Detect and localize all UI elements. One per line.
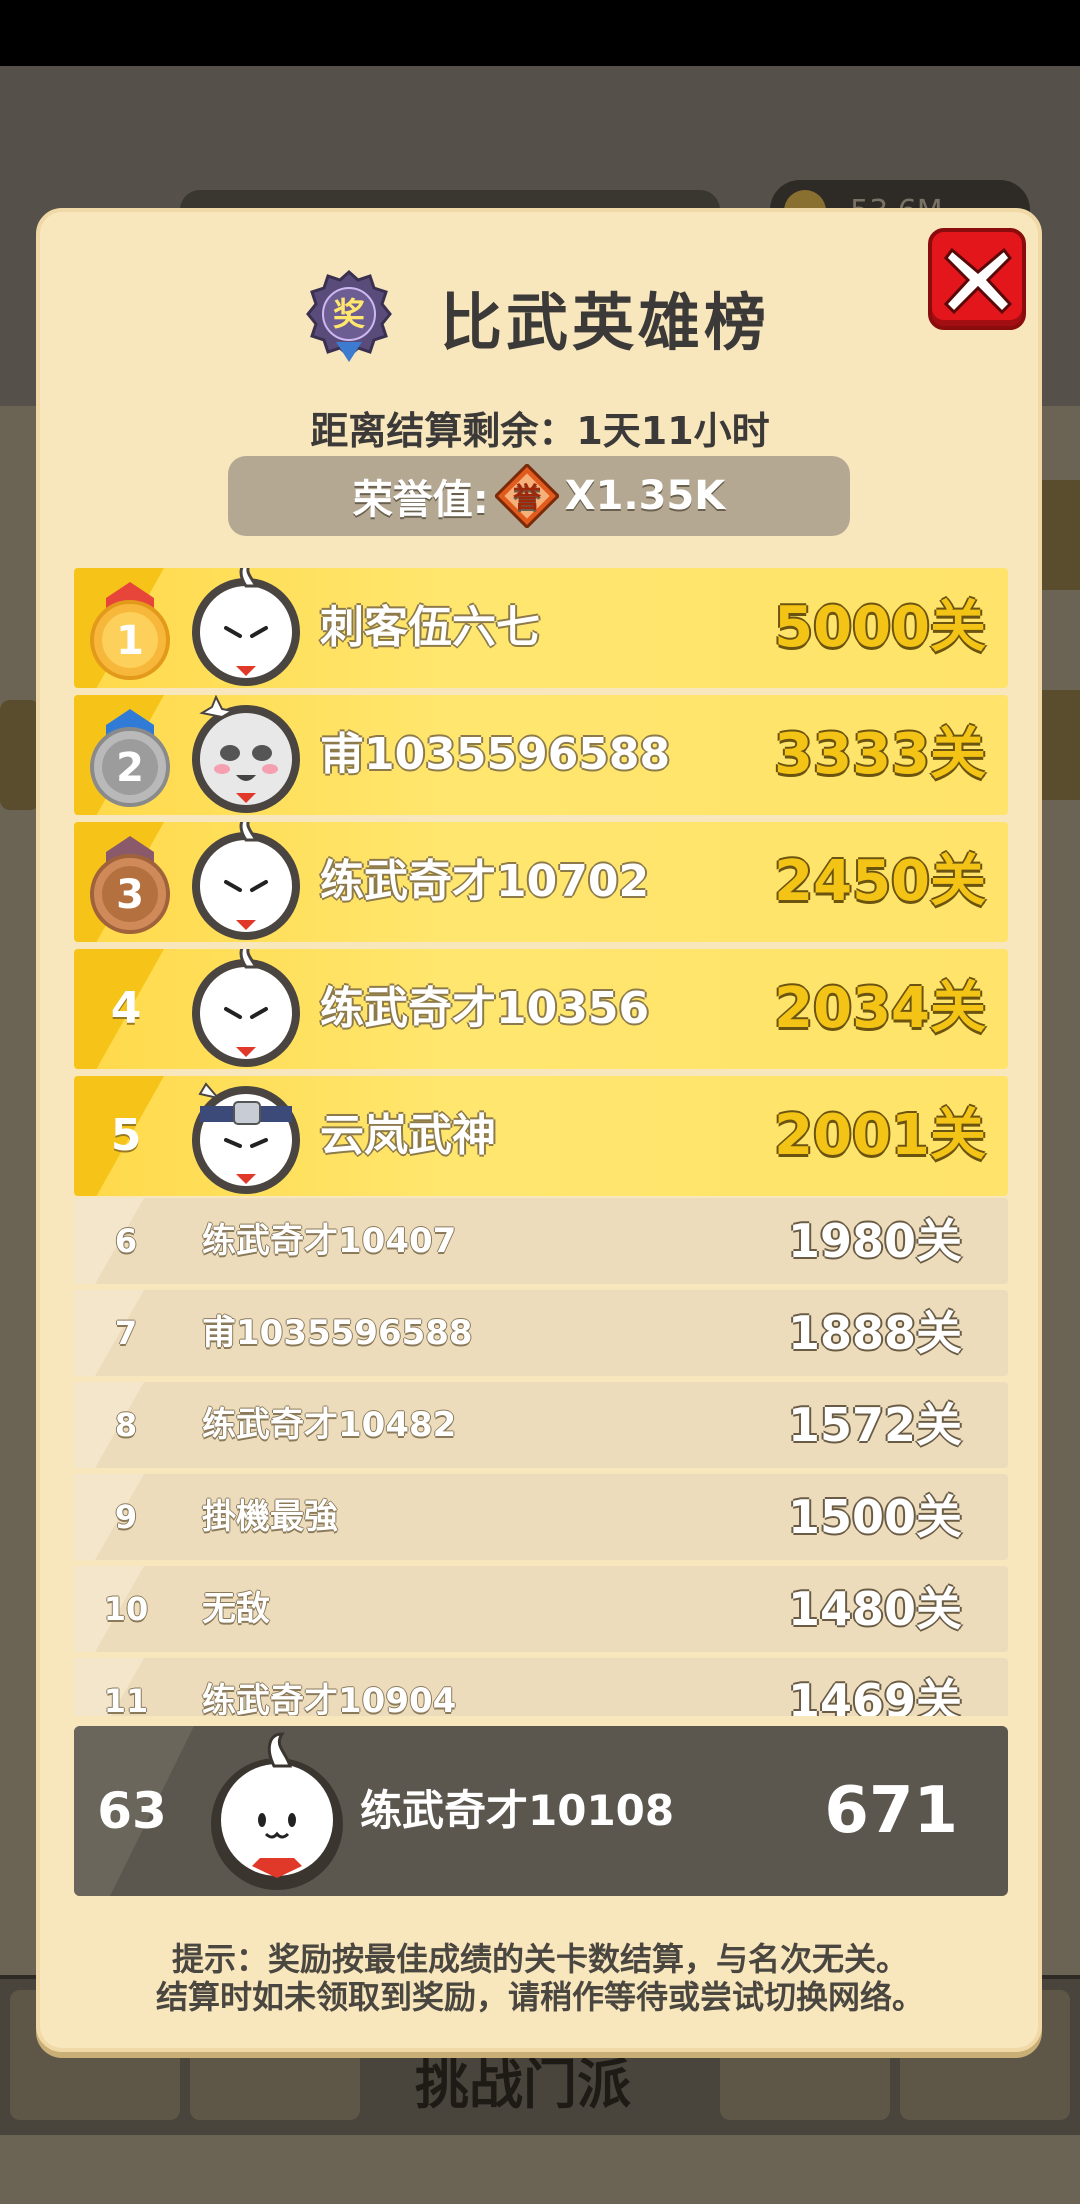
player-score: 1480关 bbox=[787, 1582, 962, 1636]
player-name: 甫1035596588 bbox=[320, 729, 671, 780]
background-side-button bbox=[0, 700, 40, 810]
close-button[interactable] bbox=[928, 228, 1026, 330]
player-avatar bbox=[192, 949, 300, 1067]
player-name: 甫1035596588 bbox=[202, 1313, 473, 1353]
player-score: 1572关 bbox=[787, 1398, 962, 1452]
player-avatar bbox=[192, 822, 300, 940]
list-item[interactable]: 11 练武奇才10904 1469关 bbox=[74, 1658, 1008, 1716]
player-name: 无敌 bbox=[202, 1589, 270, 1629]
list-item[interactable]: 6 练武奇才10407 1980关 bbox=[74, 1198, 1008, 1284]
honor-token-char: 誉 bbox=[513, 481, 542, 514]
player-score: 1980关 bbox=[787, 1214, 962, 1268]
rank-number: 3 bbox=[116, 872, 144, 918]
player-name: 练武奇才10702 bbox=[320, 856, 650, 907]
player-score: 1888关 bbox=[787, 1306, 962, 1360]
my-rank-number: 63 bbox=[97, 1782, 167, 1840]
my-player-score: 671 bbox=[824, 1774, 958, 1848]
status-bar bbox=[0, 0, 1080, 66]
player-name: 练武奇才10482 bbox=[202, 1405, 457, 1445]
settlement-countdown: 距离结算剩余：1天11小时 bbox=[310, 409, 770, 453]
top-rank-row[interactable]: 1 刺客伍六七 5000关 bbox=[74, 568, 1008, 688]
top-rank-row[interactable]: 5 云岚武神 2001关 bbox=[74, 1076, 1008, 1196]
player-score: 2034关 bbox=[774, 976, 986, 1041]
honor-value: X1.35K bbox=[564, 473, 726, 519]
rank-number: 2 bbox=[116, 745, 144, 791]
rank-number: 7 bbox=[114, 1314, 138, 1352]
list-item[interactable]: 9 掛機最強 1500关 bbox=[74, 1474, 1008, 1560]
player-name: 刺客伍六七 bbox=[320, 602, 540, 653]
close-icon bbox=[943, 247, 1013, 315]
player-name: 练武奇才10904 bbox=[202, 1681, 457, 1716]
list-item[interactable]: 7 甫1035596588 1888关 bbox=[74, 1290, 1008, 1376]
top-rank-row[interactable]: 2 甫1035596588 3333关 bbox=[74, 695, 1008, 815]
player-name: 掛機最強 bbox=[202, 1497, 338, 1537]
dialog-title: 比武英雄榜 bbox=[440, 286, 771, 359]
my-player-name: 练武奇才10108 bbox=[360, 1786, 675, 1835]
player-score: 2450关 bbox=[774, 849, 986, 914]
rank-number: 1 bbox=[116, 618, 144, 664]
leaderboard-list[interactable]: 6 练武奇才10407 1980关 7 甫1035596588 1888关 8 … bbox=[74, 1198, 1008, 1716]
player-avatar bbox=[192, 568, 300, 686]
award-badge-char: 奖 bbox=[333, 295, 365, 333]
award-badge-icon: 奖 bbox=[306, 269, 392, 362]
rank-number: 9 bbox=[114, 1498, 138, 1536]
my-avatar bbox=[211, 1732, 343, 1890]
rank-number: 6 bbox=[114, 1222, 138, 1260]
rank-number: 4 bbox=[110, 983, 142, 1034]
player-score: 5000关 bbox=[774, 595, 986, 660]
player-avatar bbox=[192, 695, 300, 813]
player-score: 1469关 bbox=[787, 1674, 962, 1716]
honor-label: 荣誉值: bbox=[352, 477, 489, 523]
honor-token-icon: 誉 bbox=[494, 464, 559, 528]
player-name: 练武奇才10407 bbox=[202, 1221, 457, 1261]
player-score: 2001关 bbox=[774, 1103, 986, 1168]
rank-number: 10 bbox=[103, 1590, 149, 1628]
honor-value-bar: 荣誉值: 誉 X1.35K bbox=[228, 456, 850, 536]
rank-number: 11 bbox=[103, 1682, 149, 1716]
top-rank-row[interactable]: 3 练武奇才10702 2450关 bbox=[74, 822, 1008, 942]
player-name: 练武奇才10356 bbox=[320, 983, 650, 1034]
player-score: 3333关 bbox=[774, 722, 986, 787]
list-item[interactable]: 8 练武奇才10482 1572关 bbox=[74, 1382, 1008, 1468]
top-rank-row[interactable]: 4 练武奇才10356 2034关 bbox=[74, 949, 1008, 1069]
player-name: 云岚武神 bbox=[320, 1110, 496, 1161]
player-avatar bbox=[192, 1082, 300, 1194]
rank-number: 8 bbox=[114, 1406, 138, 1444]
list-item[interactable]: 10 无敌 1480关 bbox=[74, 1566, 1008, 1652]
player-score: 1500关 bbox=[787, 1490, 962, 1544]
rank-number: 5 bbox=[110, 1110, 142, 1161]
tip-line-2: 结算时如未领取到奖励，请稍作等待或尝试切换网络。 bbox=[155, 1978, 924, 2016]
